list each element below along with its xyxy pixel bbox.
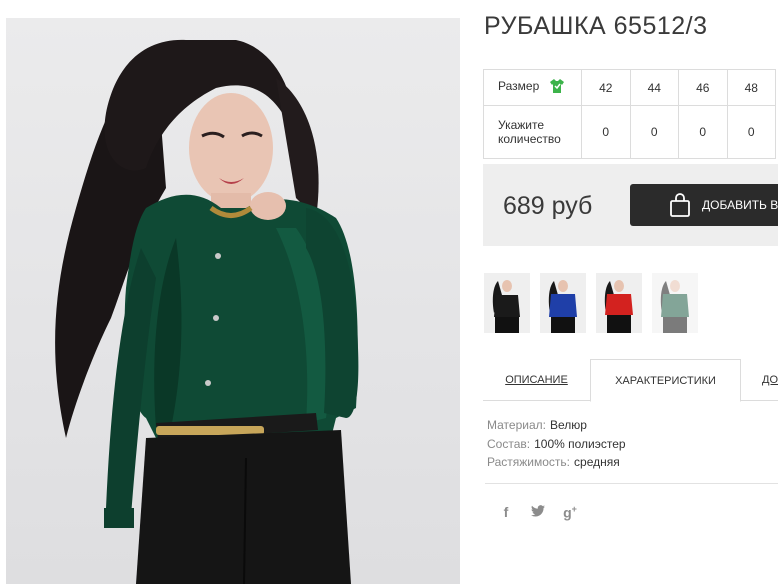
tab-characteristics-label: ХАРАКТЕРИСТИКИ bbox=[615, 374, 716, 387]
spec-row: Растяжимость: средняя bbox=[487, 453, 626, 472]
product-title: РУБАШКА 65512/3 bbox=[484, 12, 708, 40]
product-main-photo[interactable] bbox=[6, 18, 460, 584]
product-tabs: ОПИСАНИЕ ХАРАКТЕРИСТИКИ ДОСТАВКА bbox=[483, 359, 778, 402]
thumbnail-gallery bbox=[484, 273, 698, 333]
add-to-cart-button[interactable]: ДОБАВИТЬ В КОРЗИНУ bbox=[630, 184, 778, 226]
spec-key: Растяжимость: bbox=[487, 455, 571, 469]
tab-description-label: ОПИСАНИЕ bbox=[505, 374, 568, 386]
thumbnail-black[interactable] bbox=[484, 273, 530, 333]
model-illustration bbox=[55, 39, 359, 584]
size-label-cell: Размер bbox=[483, 69, 582, 106]
tab-delivery[interactable]: ДОСТАВКА bbox=[741, 359, 778, 401]
size-cell: 44 bbox=[629, 69, 679, 106]
size-cell: 48 bbox=[726, 69, 776, 106]
characteristics-list: Материал: Велюр Состав: 100% полиэстер Рас… bbox=[487, 416, 626, 472]
spec-row: Материал: Велюр bbox=[487, 416, 626, 435]
add-to-cart-label: ДОБАВИТЬ В КОРЗИНУ bbox=[702, 198, 778, 212]
price-box: 689 руб ДОБАВИТЬ В КОРЗИНУ bbox=[483, 164, 778, 246]
thumbnail-red[interactable] bbox=[596, 273, 642, 333]
product-price: 689 руб bbox=[503, 192, 593, 220]
size-quantity-table: Размер 42 44 46 48 Укажите количество 0 … bbox=[483, 69, 776, 159]
spec-key: Состав: bbox=[487, 436, 531, 451]
size-label: Размер bbox=[498, 79, 540, 93]
spec-row: Состав: 100% полиэстер bbox=[487, 435, 626, 454]
spec-value: 100% полиэстер bbox=[534, 436, 626, 451]
quantity-input[interactable]: 0 bbox=[629, 105, 679, 159]
social-share: f g+ bbox=[497, 504, 579, 521]
google-plus-icon[interactable]: g+ bbox=[561, 504, 579, 521]
quantity-input[interactable]: 0 bbox=[678, 105, 728, 159]
size-cell: 46 bbox=[678, 69, 728, 106]
tab-characteristics[interactable]: ХАРАКТЕРИСТИКИ bbox=[590, 359, 741, 402]
quantity-input[interactable]: 0 bbox=[726, 105, 776, 159]
size-row: Размер 42 44 46 48 bbox=[483, 69, 776, 106]
thumbnail-green[interactable] bbox=[652, 273, 698, 333]
section-divider bbox=[485, 483, 778, 484]
shopping-bag-icon bbox=[668, 193, 692, 220]
thumbnail-blue[interactable] bbox=[540, 273, 586, 333]
spec-key: Материал: bbox=[487, 418, 546, 432]
shirt-size-icon bbox=[549, 79, 565, 96]
twitter-icon[interactable] bbox=[529, 504, 547, 520]
spec-value: Велюр bbox=[549, 418, 587, 432]
quantity-row: Укажите количество 0 0 0 0 bbox=[483, 105, 776, 159]
tab-description[interactable]: ОПИСАНИЕ bbox=[483, 359, 590, 401]
tab-delivery-label: ДОСТАВКА bbox=[762, 374, 778, 386]
quantity-input[interactable]: 0 bbox=[581, 105, 631, 159]
size-cell: 42 bbox=[581, 69, 631, 106]
quantity-label: Укажите количество bbox=[483, 105, 582, 159]
facebook-icon[interactable]: f bbox=[497, 504, 515, 520]
spec-value: средняя bbox=[574, 455, 620, 469]
